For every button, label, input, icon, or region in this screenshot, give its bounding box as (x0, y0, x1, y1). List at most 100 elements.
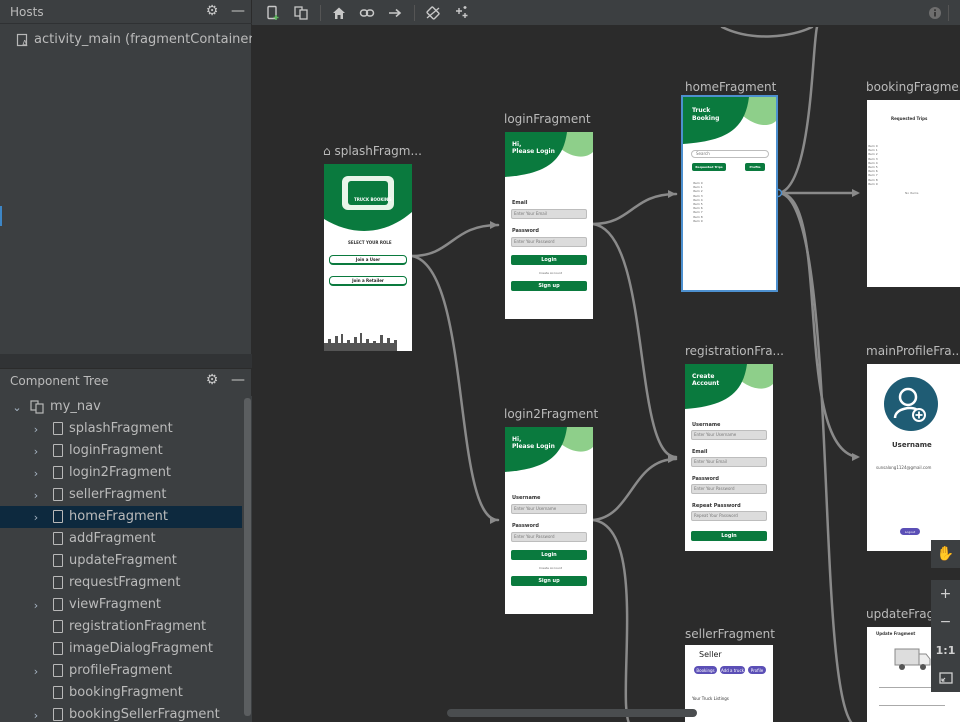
action-arrow (591, 518, 630, 722)
profile-chip[interactable]: Profile (748, 666, 766, 674)
home-icon[interactable] (330, 4, 348, 22)
seller-fragment-preview[interactable]: Seller Bookings Add a truck Profile Your… (685, 645, 773, 722)
password-field[interactable]: Enter Your Password (691, 484, 767, 494)
main-profile-fragment-preview[interactable]: Username sunsalong1124@gmail.com Logout (867, 364, 960, 551)
chevron-right-icon[interactable]: › (30, 704, 42, 722)
chevron-right-icon[interactable]: › (30, 660, 42, 682)
profile-email: sunsalong1124@gmail.com (876, 465, 932, 470)
booking-fragment-preview[interactable]: Requested Trips Item 0 Item 1 Item 2 Item 3… (867, 100, 960, 287)
tree-item[interactable]: requestFragment (0, 572, 242, 594)
tree-item[interactable]: › homeFragment (0, 506, 242, 528)
chevron-right-icon[interactable]: › (30, 594, 42, 616)
home-fragment-title[interactable]: homeFragment (685, 80, 776, 94)
join-retailer-button[interactable]: Join a Retailer (329, 276, 407, 286)
registration-fragment-title[interactable]: registrationFra... (685, 344, 784, 358)
repeat-password-field[interactable]: Repeat Your Password (691, 511, 767, 521)
login-button[interactable]: Login (511, 550, 587, 560)
login-fragment-title[interactable]: loginFragment (504, 112, 591, 126)
login-fragment-preview[interactable]: Hi, Please Login Email Enter Your Email … (505, 132, 593, 319)
host-item[interactable]: A activity_main (fragmentContainerView (16, 32, 285, 47)
chevron-right-icon[interactable]: › (30, 462, 42, 484)
splash-fragment-preview[interactable]: TRUCK BOOKING SELECT YOUR ROLE Join a Us… (324, 164, 412, 351)
email-placeholder: Enter Your Email (694, 459, 727, 464)
tree-item[interactable]: › bookingSellerFragment (0, 704, 242, 722)
action-arrow (591, 222, 678, 459)
password-placeholder: Enter Your Password (514, 239, 555, 244)
splitter[interactable] (0, 354, 252, 368)
tree-item[interactable]: addFragment (0, 528, 242, 550)
new-destination-icon[interactable] (264, 4, 282, 22)
tree-scrollbar[interactable] (243, 396, 252, 722)
profile-button[interactable]: Profile (745, 163, 765, 171)
add-truck-chip[interactable]: Add a truck (720, 666, 745, 674)
chevron-right-icon[interactable]: › (30, 440, 42, 462)
chevron-down-icon[interactable]: ⌄ (11, 396, 23, 418)
signup-button[interactable]: Sign up (511, 281, 587, 291)
logout-button[interactable]: Logout (900, 528, 920, 535)
chevron-right-icon[interactable]: › (30, 484, 42, 506)
join-user-button[interactable]: Join a User (329, 255, 407, 265)
tree-item[interactable]: bookingFragment (0, 682, 242, 704)
zoom-in-icon[interactable]: + (931, 580, 960, 608)
tree-scrollbar-thumb[interactable] (244, 398, 251, 716)
rotate-icon[interactable] (424, 4, 442, 22)
search-field[interactable]: Search (691, 150, 769, 158)
tree-item[interactable]: › profileFragment (0, 660, 242, 682)
fit-screen-icon[interactable] (931, 664, 960, 692)
login-button[interactable]: Login (691, 531, 767, 541)
tree-root-my-nav[interactable]: ⌄ my_nav (0, 396, 242, 418)
home-list-item[interactable]: Item 9 (693, 219, 703, 223)
username-field[interactable]: Enter Your Username (511, 504, 587, 514)
settings-gear-icon[interactable]: ⚙ (204, 372, 220, 388)
info-icon[interactable] (926, 4, 944, 22)
settings-gear-icon[interactable]: ⚙ (204, 3, 220, 19)
email-field[interactable]: Enter Your Email (511, 209, 587, 219)
tree-item[interactable]: updateFragment (0, 550, 242, 572)
tree-item[interactable]: › viewFragment (0, 594, 242, 616)
booking-list-item[interactable]: Item 9 (868, 182, 878, 186)
canvas-horizontal-scrollbar[interactable] (447, 709, 697, 717)
booking-fragment-title[interactable]: bookingFragment (866, 80, 960, 94)
actual-size-icon[interactable]: 1:1 (931, 636, 960, 664)
splash-fragment-title[interactable]: ⌂ splashFragm... (323, 144, 422, 158)
login2-fragment-title[interactable]: login2Fragment (504, 407, 598, 421)
password-field[interactable]: Enter Your Password (511, 532, 587, 542)
main-profile-fragment-title[interactable]: mainProfileFra... (866, 344, 960, 358)
tree-item[interactable]: › login2Fragment (0, 462, 242, 484)
arrow-icon[interactable] (386, 4, 404, 22)
signup-button[interactable]: Sign up (511, 576, 587, 586)
tree-item-label: addFragment (69, 531, 156, 546)
username-field[interactable]: Enter Your Username (691, 430, 767, 440)
magic-icon[interactable] (452, 4, 470, 22)
copy-icon[interactable] (292, 4, 310, 22)
link-icon[interactable] (358, 4, 376, 22)
select-role-text: SELECT YOUR ROLE (348, 240, 392, 245)
zoom-out-icon[interactable]: − (931, 608, 960, 636)
email-field[interactable]: Enter Your Email (691, 457, 767, 467)
svg-text:A: A (22, 39, 28, 47)
username-placeholder: Enter Your Username (694, 432, 737, 437)
tree-item[interactable]: registrationFragment (0, 616, 242, 638)
minimize-icon[interactable]: — (230, 3, 246, 19)
password-field[interactable]: Enter Your Password (511, 237, 587, 247)
component-tree-header: Component Tree ⚙ — (0, 368, 252, 392)
minimize-icon[interactable]: — (230, 372, 246, 388)
chevron-right-icon[interactable]: › (30, 418, 42, 440)
registration-fragment-preview[interactable]: Create Account Username Enter Your Usern… (685, 364, 773, 551)
update-field-line[interactable] (879, 705, 945, 706)
home-fragment-preview[interactable]: Truck Booking Search Requested Trips Pro… (681, 95, 778, 292)
chevron-right-icon[interactable]: › (30, 506, 42, 528)
tree-item[interactable]: › sellerFragment (0, 484, 242, 506)
username-label: Username (512, 495, 541, 501)
login-button[interactable]: Login (511, 255, 587, 265)
requested-trips-button[interactable]: Requested Trips (692, 163, 726, 171)
tree-item[interactable]: imageDialogFragment (0, 638, 242, 660)
tree-item[interactable]: › loginFragment (0, 440, 242, 462)
profile-avatar-icon (884, 377, 938, 431)
bookings-chip[interactable]: Bookings (694, 666, 717, 674)
seller-fragment-title[interactable]: sellerFragment (685, 627, 775, 641)
login2-fragment-preview[interactable]: Hi, Please Login Username Enter Your Use… (505, 427, 593, 614)
navigation-graph-canvas[interactable]: ⌂ splashFragm... TRUCK BOOKING SELECT YO… (252, 27, 960, 722)
tree-item[interactable]: › splashFragment (0, 418, 242, 440)
pan-hand-icon[interactable]: ✋ (931, 540, 960, 568)
